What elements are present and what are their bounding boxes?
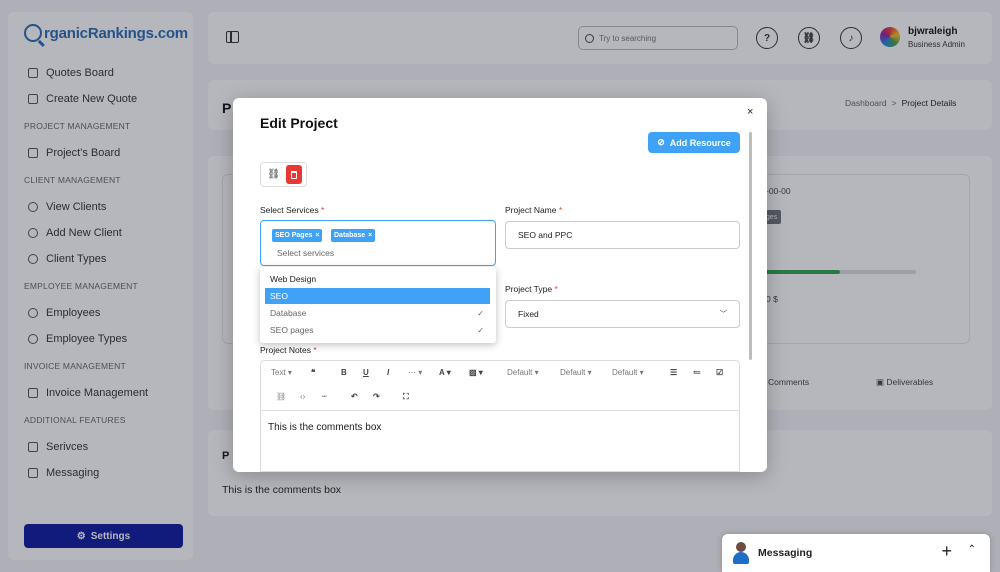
trash-icon bbox=[291, 170, 298, 179]
page-break-icon[interactable]: ┅ bbox=[322, 392, 327, 401]
option-label: Web Design bbox=[270, 274, 317, 284]
project-type-value: Fixed bbox=[518, 309, 539, 319]
paperclip-icon: ⊘ bbox=[657, 137, 665, 147]
new-message-icon[interactable]: + bbox=[941, 542, 952, 560]
modal-title: Edit Project bbox=[260, 115, 338, 131]
editor-divider bbox=[261, 410, 739, 411]
required-marker: * bbox=[558, 205, 563, 215]
support-avatar-icon bbox=[732, 542, 750, 564]
project-name-label: Project Name * bbox=[505, 205, 562, 215]
text-style-label: Text bbox=[271, 368, 286, 377]
notes-editor: Text ▾ ❝ B U I ⋯ ▾ A ▾ ▨ ▾ Default ▾ Def… bbox=[260, 360, 740, 472]
link-icon[interactable]: ⛓ bbox=[265, 166, 283, 184]
modal-scrollbar[interactable] bbox=[749, 132, 752, 360]
checklist-icon[interactable]: ☑ bbox=[716, 368, 723, 377]
link-icon[interactable]: ⛓ bbox=[276, 392, 286, 401]
service-chip: SEO Pages × bbox=[272, 229, 323, 242]
option-label: SEO bbox=[270, 291, 288, 301]
redo-icon[interactable]: ↷ bbox=[373, 392, 380, 401]
remove-chip-icon[interactable]: × bbox=[315, 232, 319, 239]
numbered-list-icon[interactable]: ≔ bbox=[693, 368, 701, 377]
dropdown-option[interactable]: SEO bbox=[265, 288, 490, 304]
option-label: Database bbox=[270, 308, 307, 318]
underline-icon[interactable]: U bbox=[363, 368, 369, 377]
label-text: Project Name bbox=[505, 205, 557, 215]
required-marker: * bbox=[554, 284, 558, 294]
project-type-label: Project Type * bbox=[505, 284, 558, 294]
project-type-select[interactable]: Fixed ﹀ bbox=[505, 300, 740, 328]
line-height-dropdown[interactable]: Default ▾ bbox=[612, 368, 644, 377]
dropdown-label: Default bbox=[612, 368, 638, 377]
notes-content[interactable]: This is the comments box bbox=[268, 422, 381, 433]
chevron-up-icon[interactable]: ⌃ bbox=[968, 544, 976, 555]
required-marker: * bbox=[320, 205, 325, 215]
editor-toolbar-row-1: Text ▾ ❝ B U I ⋯ ▾ A ▾ ▨ ▾ Default ▾ Def… bbox=[261, 361, 739, 385]
undo-icon[interactable]: ↶ bbox=[351, 392, 358, 401]
close-icon[interactable]: × bbox=[747, 106, 753, 118]
services-dropdown: Web Design SEO Database ✓ SEO pages ✓ bbox=[260, 267, 496, 343]
italic-icon[interactable]: I bbox=[387, 368, 389, 377]
bullet-list-icon[interactable]: ☰ bbox=[670, 368, 677, 377]
label-text: Project Type bbox=[505, 284, 553, 294]
font-color-icon[interactable]: A ▾ bbox=[439, 368, 451, 377]
code-icon[interactable]: ‹› bbox=[300, 392, 305, 401]
messaging-widget[interactable]: Messaging + ⌃ bbox=[722, 534, 990, 572]
service-chip: Database × bbox=[331, 229, 376, 242]
more-options-icon[interactable]: ⋯ ▾ bbox=[408, 368, 422, 377]
delete-button[interactable] bbox=[286, 165, 303, 184]
dropdown-label: Default bbox=[560, 368, 586, 377]
dropdown-option[interactable]: SEO pages ✓ bbox=[265, 322, 490, 338]
project-actions: ⛓ bbox=[260, 162, 307, 187]
chip-label: Database bbox=[334, 232, 366, 239]
dropdown-label: Default bbox=[507, 368, 533, 377]
bold-icon[interactable]: B bbox=[341, 368, 347, 377]
select-services-label: Select Services * bbox=[260, 205, 324, 215]
messaging-title: Messaging bbox=[758, 547, 813, 559]
project-name-field[interactable]: SEO and PPC bbox=[505, 221, 740, 249]
add-resource-label: Add Resource bbox=[669, 137, 731, 148]
option-label: SEO pages bbox=[270, 325, 314, 335]
check-icon: ✓ bbox=[477, 325, 484, 335]
quote-icon[interactable]: ❝ bbox=[311, 368, 315, 377]
remove-chip-icon[interactable]: × bbox=[368, 232, 372, 239]
project-notes-label: Project Notes * bbox=[260, 345, 317, 355]
add-resource-button[interactable]: ⊘ Add Resource bbox=[648, 132, 740, 153]
check-icon: ✓ bbox=[477, 308, 484, 318]
editor-toolbar-row-2: ⛓ ‹› ┅ ↶ ↷ ⛶ bbox=[261, 385, 739, 409]
edit-project-modal: Edit Project × ⊘ Add Resource ⛓ Select S… bbox=[233, 98, 767, 472]
highlight-icon[interactable]: ▨ ▾ bbox=[469, 368, 483, 377]
chevron-down-icon: ﹀ bbox=[720, 311, 727, 318]
required-marker: * bbox=[313, 345, 317, 355]
dropdown-option[interactable]: Web Design bbox=[265, 271, 490, 287]
services-multiselect[interactable]: SEO Pages × Database × Select services bbox=[260, 220, 496, 266]
services-search-input[interactable]: Select services bbox=[277, 248, 334, 258]
text-style-dropdown[interactable]: Text ▾ bbox=[271, 368, 292, 377]
fullscreen-icon[interactable]: ⛶ bbox=[403, 392, 409, 402]
font-family-dropdown[interactable]: Default ▾ bbox=[507, 368, 539, 377]
chip-label: SEO Pages bbox=[275, 232, 313, 239]
font-size-dropdown[interactable]: Default ▾ bbox=[560, 368, 592, 377]
dropdown-option[interactable]: Database ✓ bbox=[265, 305, 490, 321]
project-name-value: SEO and PPC bbox=[518, 230, 573, 240]
label-text: Select Services bbox=[260, 205, 319, 215]
label-text: Project Notes bbox=[260, 345, 312, 355]
